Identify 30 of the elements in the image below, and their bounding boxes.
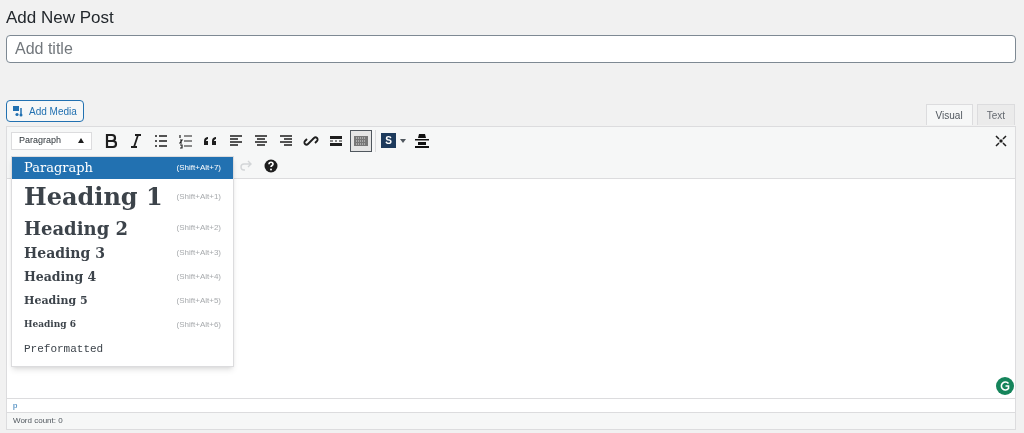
align-center-icon [252, 132, 269, 149]
format-menu-item[interactable]: Heading 4 (Shift+Alt+4) [12, 265, 233, 289]
numbered-list-icon [177, 132, 194, 149]
s-menu-button[interactable]: S [375, 129, 409, 152]
editor-tab[interactable]: Visual [925, 104, 973, 125]
page-title: Add New Post [6, 7, 114, 29]
caret-icon [78, 138, 84, 144]
element-path[interactable]: p [13, 399, 18, 412]
align-right-icon [277, 132, 294, 149]
caret-icon [400, 138, 406, 143]
s-label: S [381, 133, 396, 149]
editor-tab[interactable]: Text [976, 104, 1015, 125]
word-count: Word count: 0 [13, 415, 63, 427]
format-menu-item[interactable]: Paragraph (Shift+Alt+7) [12, 157, 233, 179]
format-menu-item[interactable]: Preformatted [12, 337, 233, 361]
align-left-icon [227, 132, 244, 149]
title-field[interactable]: Add title [6, 35, 1016, 63]
format-menu-item[interactable]: Heading 1 (Shift+Alt+1) [12, 179, 233, 215]
format-menu-item[interactable]: Heading 5 (Shift+Alt+5) [12, 289, 233, 313]
assistant-icon[interactable] [996, 377, 1014, 395]
add-media-button[interactable]: Add Media [6, 100, 84, 122]
format-menu-item[interactable]: Heading 3 (Shift+Alt+3) [12, 241, 233, 265]
media-icon [13, 105, 25, 117]
fullscreen-icon[interactable] [995, 134, 1007, 147]
help-icon [262, 158, 279, 175]
format-menu-item[interactable]: Heading 6 (Shift+Alt+6) [12, 313, 233, 337]
toolbar-button[interactable] [349, 129, 372, 152]
bulleted-list-icon [152, 132, 169, 149]
format-select[interactable]: Paragraph [11, 131, 92, 150]
format-menu-item[interactable]: Heading 2 (Shift+Alt+2) [12, 215, 233, 241]
